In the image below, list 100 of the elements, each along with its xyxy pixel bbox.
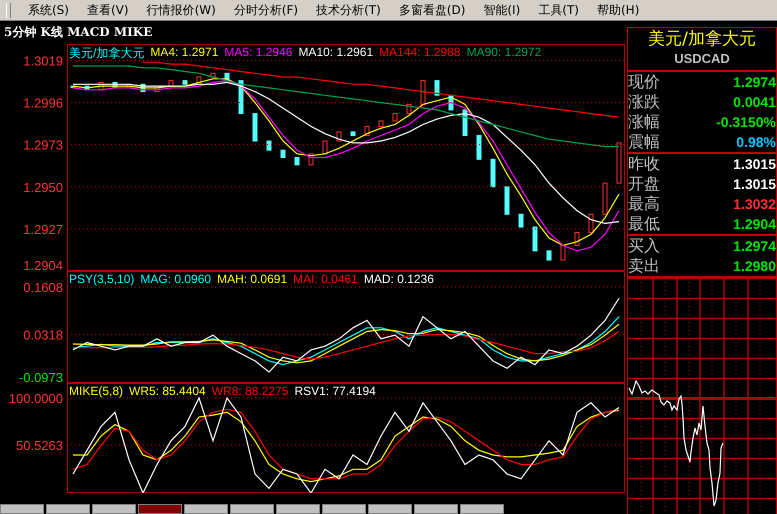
quote-value: 1.2904 <box>733 216 776 232</box>
legend-label: MA5: 1.2946 <box>224 45 292 61</box>
candlestick <box>70 86 76 88</box>
candlestick <box>518 214 524 228</box>
candlestick <box>168 80 174 87</box>
legend-label: MAI: 0.0461 <box>293 272 358 286</box>
menu-item[interactable]: 智能(I) <box>474 1 530 19</box>
quote-value: 1.2980 <box>733 258 776 274</box>
candlestick <box>336 131 342 142</box>
candlestick <box>406 104 412 114</box>
quote-value: 1.3015 <box>733 156 776 172</box>
sheet-tab[interactable] <box>368 504 412 514</box>
candlestick <box>350 131 356 136</box>
candlestick <box>462 109 468 136</box>
candlestick <box>210 72 216 78</box>
menu-item[interactable]: 查看(V) <box>78 1 138 19</box>
candlestick <box>266 140 272 151</box>
sheet-tab[interactable] <box>184 504 228 514</box>
candlestick <box>420 80 426 105</box>
legend-title: PSY(3,5,10) <box>69 272 134 286</box>
candlestick <box>322 140 328 154</box>
axis-label: 1.2996 <box>23 96 63 111</box>
candlestick <box>532 226 538 252</box>
sheet-tab[interactable] <box>0 504 44 514</box>
candlestick <box>182 80 188 85</box>
candlestick <box>378 120 384 127</box>
legend-label: MA4: 1.2971 <box>150 45 218 61</box>
menu-item[interactable]: 技术分析(T) <box>307 1 390 19</box>
quote-value: 0.0041 <box>733 94 776 110</box>
candlestick <box>602 182 608 215</box>
candlestick <box>434 80 440 96</box>
candlestick <box>546 250 552 261</box>
quote-value: 1.2974 <box>733 74 776 90</box>
candlestick <box>588 214 594 234</box>
candlestick <box>238 80 244 114</box>
candlestick <box>490 158 496 188</box>
menu-item[interactable]: 多窗看盘(D) <box>390 1 474 19</box>
quote-label: 涨幅 <box>628 112 660 132</box>
chart-title: 5分钟 K线 MACD MIKE <box>3 24 154 41</box>
quote-label: 最低 <box>628 214 660 234</box>
quote-value: 0.98% <box>736 134 776 150</box>
quote-label: 买入 <box>628 236 660 256</box>
candlestick <box>504 186 510 215</box>
quote-label: 震幅 <box>628 132 660 152</box>
axis-label: 1.2904 <box>23 258 63 271</box>
axis-label: 1.2950 <box>23 180 63 195</box>
candlestick <box>392 113 398 122</box>
legend-label: MA90: 1.2972 <box>466 45 542 61</box>
sheet-tab[interactable] <box>92 504 136 514</box>
legend-label: RSV1: 77.4194 <box>294 384 376 398</box>
sheet-tab[interactable] <box>230 504 274 514</box>
axis-label: 0.1608 <box>23 280 63 295</box>
sheet-tab[interactable] <box>138 504 182 514</box>
candlestick <box>252 113 258 142</box>
sheet-tab[interactable] <box>322 504 366 514</box>
legend-title: MIKE(5,8) <box>69 384 124 398</box>
axis-label: 1.2973 <box>23 138 63 153</box>
axis-label: -0.0973 <box>18 370 63 383</box>
candlestick <box>84 86 90 90</box>
menu-item[interactable]: 工具(T) <box>529 1 588 19</box>
menu-item[interactable]: 分时分析(F) <box>224 1 308 19</box>
candlestick <box>616 142 622 184</box>
quote-value: -0.3150% <box>716 114 776 130</box>
quote-label: 最高 <box>628 194 660 214</box>
quote-label: 卖出 <box>628 256 660 276</box>
legend-label: MAG: 0.0960 <box>140 272 212 286</box>
axis-label: 1.2927 <box>23 222 63 237</box>
legend-title: 美元/加拿大元 <box>69 45 144 62</box>
legend-label: MAD: 0.1236 <box>364 272 434 286</box>
sheet-tab[interactable] <box>46 504 90 514</box>
axis-label: 100.0000 <box>8 391 63 406</box>
instrument-code: USDCAD <box>673 50 731 68</box>
axis-label: 50.5263 <box>16 438 63 453</box>
instrument-name: 美元/加拿大元 <box>647 28 757 50</box>
candlestick <box>308 153 314 166</box>
sheet-tab[interactable] <box>276 504 320 514</box>
quote-value: 1.2974 <box>733 238 776 254</box>
candlestick <box>560 244 566 261</box>
legend-label: MA10: 1.2961 <box>298 45 374 61</box>
quote-label: 涨跌 <box>628 92 660 112</box>
candlestick <box>294 157 300 166</box>
axis-label: 0.0318 <box>23 328 63 342</box>
sheet-tab[interactable] <box>414 504 458 514</box>
quote-label: 现价 <box>628 72 660 92</box>
legend-label: WR5: 85.4404 <box>129 384 206 398</box>
legend-label: WR8: 88.2275 <box>212 384 288 398</box>
quote-label: 开盘 <box>628 174 660 194</box>
quote-value: 1.3032 <box>733 196 776 212</box>
legend-label: MAH: 0.0691 <box>217 272 288 286</box>
quote-label: 昨收 <box>628 154 660 174</box>
legend-label: MA144: 1.2988 <box>379 45 461 61</box>
axis-label: 1.3019 <box>23 53 63 68</box>
menu-item[interactable]: 系统(S) <box>19 1 78 19</box>
menu-item[interactable]: 帮助(H) <box>588 1 648 19</box>
menu-item[interactable]: 行情报价(W) <box>138 1 225 19</box>
candlestick <box>448 94 454 110</box>
quote-value: 1.3015 <box>733 176 776 192</box>
candlestick <box>476 135 482 160</box>
candlestick <box>280 150 286 158</box>
sheet-tab[interactable] <box>460 504 504 514</box>
